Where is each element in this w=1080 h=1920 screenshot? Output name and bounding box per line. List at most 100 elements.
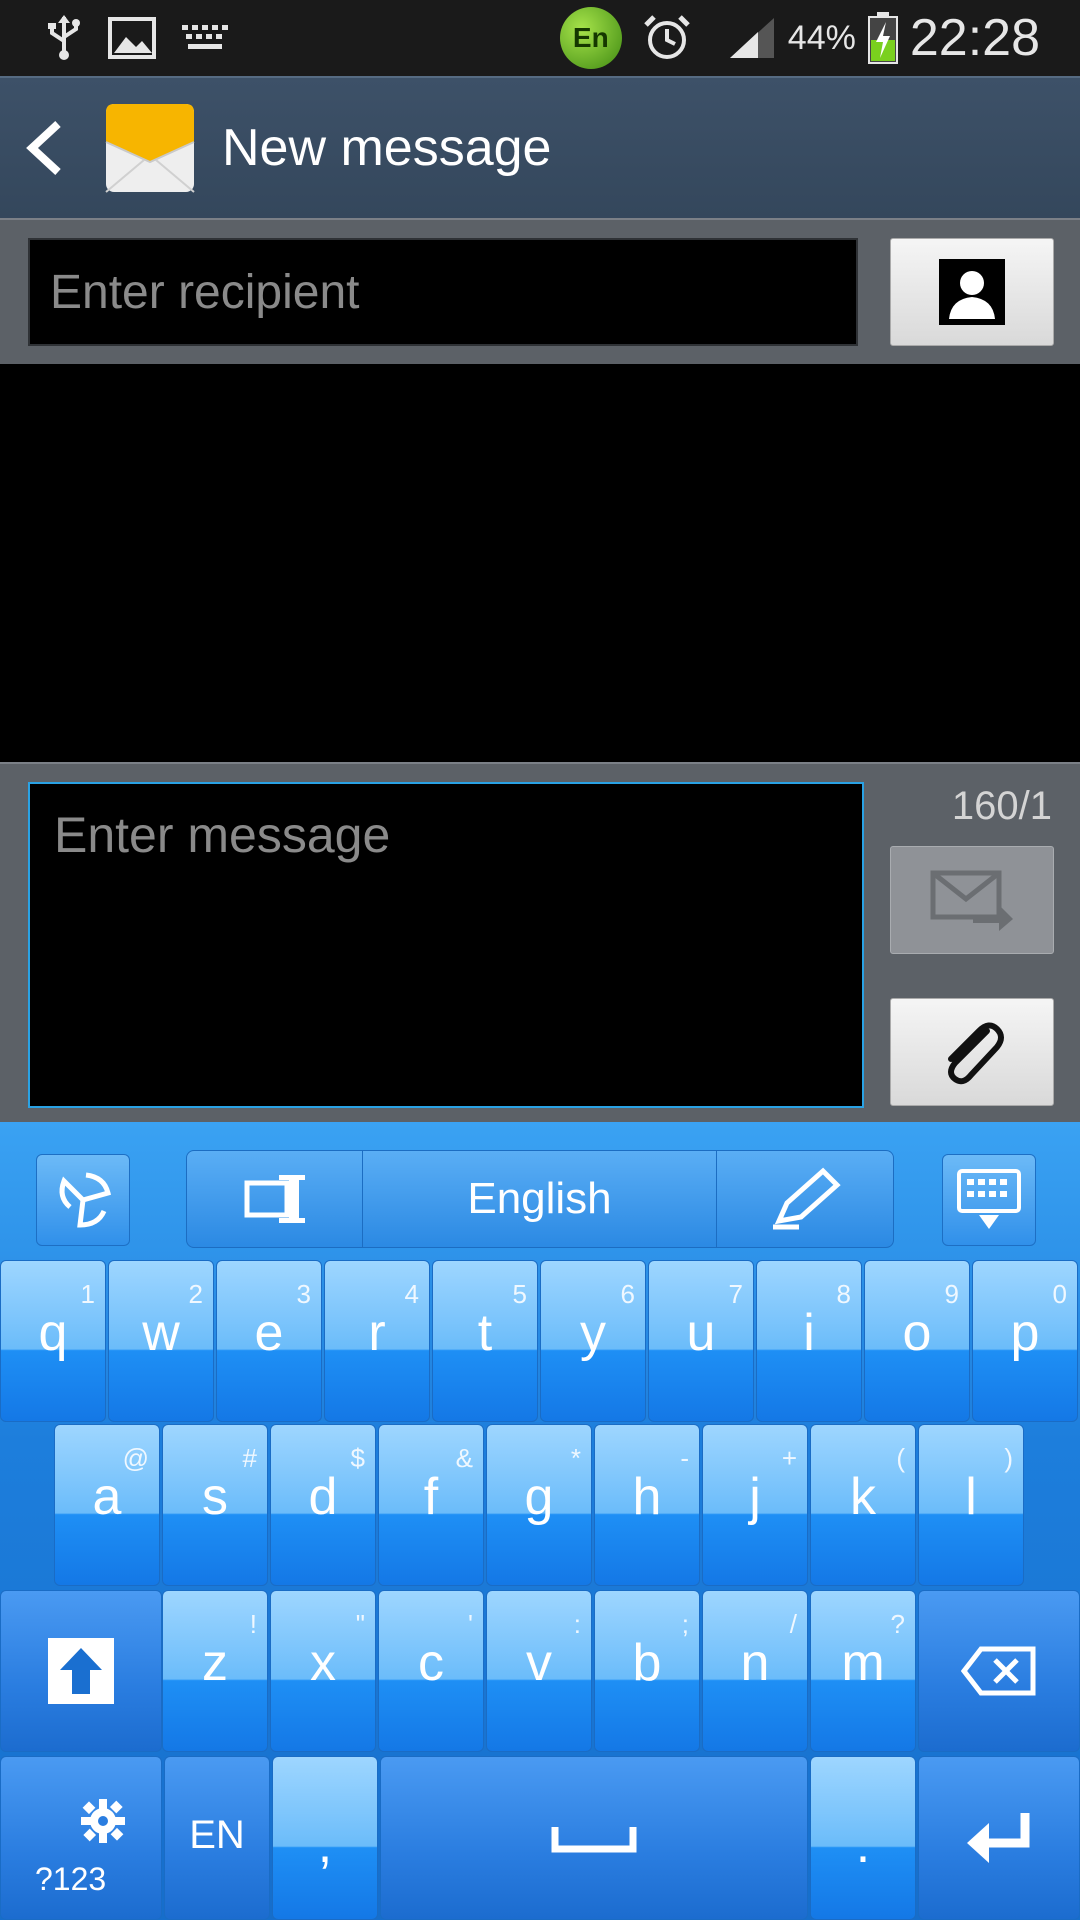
language-key[interactable]: EN xyxy=(164,1756,270,1920)
key-p[interactable]: 0p xyxy=(972,1260,1078,1422)
message-input[interactable]: Enter message xyxy=(28,782,864,1108)
keyboard-hide-icon xyxy=(957,1169,1021,1229)
key-k[interactable]: (k xyxy=(810,1424,916,1586)
key-l[interactable]: ) l xyxy=(918,1424,1024,1586)
key-d[interactable]: $ d xyxy=(270,1424,376,1586)
key-label: i xyxy=(803,1304,815,1362)
key-t[interactable]: 5t xyxy=(432,1260,538,1422)
page-title: New message xyxy=(222,119,552,177)
key-z[interactable]: ! z xyxy=(162,1590,268,1752)
attach-button[interactable] xyxy=(890,998,1054,1106)
key-label: o xyxy=(902,1304,932,1362)
key-label: d xyxy=(308,1468,338,1526)
key-w[interactable]: 2w xyxy=(108,1260,214,1422)
key-label: z xyxy=(202,1634,228,1692)
key-n[interactable]: / n xyxy=(702,1590,808,1752)
image-icon xyxy=(108,17,156,59)
key-r[interactable]: 4r xyxy=(324,1260,430,1422)
key-h[interactable]: -h xyxy=(594,1424,700,1586)
shift-key[interactable] xyxy=(0,1590,162,1752)
key-label: f xyxy=(423,1468,439,1526)
key-y[interactable]: 6y xyxy=(540,1260,646,1422)
send-message-icon xyxy=(930,870,1013,931)
key-label: . xyxy=(855,1816,871,1874)
language-label: English xyxy=(467,1174,612,1223)
paperclip-icon xyxy=(948,1022,1004,1085)
key-b[interactable]: ; b xyxy=(594,1590,700,1752)
language-label-button[interactable]: English xyxy=(363,1151,717,1247)
pencil-icon xyxy=(773,1167,841,1230)
key-m[interactable]: ? m xyxy=(810,1590,916,1752)
theme-swirl-icon xyxy=(59,1172,112,1228)
settings-gear-icon xyxy=(81,1799,125,1843)
back-button[interactable] xyxy=(24,98,104,198)
key-label: m xyxy=(841,1634,885,1692)
add-contact-button[interactable] xyxy=(890,238,1054,346)
keyboard-icon xyxy=(182,25,228,51)
key-q[interactable]: 1q xyxy=(0,1260,106,1422)
key-label: b xyxy=(632,1634,662,1692)
handwriting-button[interactable] xyxy=(717,1151,893,1247)
key-u[interactable]: 7u xyxy=(648,1260,754,1422)
key-g[interactable]: * g xyxy=(486,1424,592,1586)
key-label: a xyxy=(92,1468,122,1526)
key-s[interactable]: # s xyxy=(162,1424,268,1586)
battery-charging-icon xyxy=(867,12,898,64)
language-switcher: English xyxy=(186,1150,894,1248)
key-label: e xyxy=(254,1304,284,1362)
key-label: c xyxy=(418,1634,444,1692)
conversation-area xyxy=(0,364,1080,762)
hide-keyboard-button[interactable] xyxy=(942,1154,1036,1246)
key-c[interactable]: ' c xyxy=(378,1590,484,1752)
key-label: EN xyxy=(189,1813,245,1857)
send-button[interactable] xyxy=(890,846,1054,954)
key-label: h xyxy=(632,1468,662,1526)
key-j[interactable]: + j xyxy=(702,1424,808,1586)
soft-keyboard: English 1 q 2 w 3 e 4 r 5 t 6 y 7 u 8 i 9 o 0 p @ a # s $ d & f * g - h… xyxy=(0,1122,1080,1920)
action-bar: New message xyxy=(0,76,1080,218)
key-label: x xyxy=(310,1634,336,1692)
alarm-icon xyxy=(642,13,692,63)
space-key[interactable] xyxy=(380,1756,808,1920)
ime-badge: En xyxy=(559,7,622,69)
comma-key[interactable]: , xyxy=(272,1756,378,1920)
key-label: s xyxy=(202,1468,228,1526)
key-a[interactable]: @ a xyxy=(54,1424,160,1586)
recipient-input[interactable]: Enter recipient xyxy=(28,238,858,346)
key-label: g xyxy=(524,1468,554,1526)
key-x[interactable]: " x xyxy=(270,1590,376,1752)
shift-arrow-icon xyxy=(48,1638,114,1704)
key-i[interactable]: 8i xyxy=(756,1260,862,1422)
recipient-placeholder: Enter recipient xyxy=(50,265,360,319)
key-label: n xyxy=(740,1634,770,1692)
symbols-key[interactable]: ?123 xyxy=(0,1756,162,1920)
key-label: r xyxy=(368,1304,386,1362)
key-o[interactable]: 9o xyxy=(864,1260,970,1422)
resize-icon xyxy=(244,1175,305,1223)
keyboard-toolbar: English xyxy=(0,1122,1080,1260)
chevron-left-icon xyxy=(26,121,61,175)
signal-icon xyxy=(728,16,776,60)
period-key[interactable]: . xyxy=(810,1756,916,1920)
backspace-key[interactable] xyxy=(918,1590,1080,1752)
key-label: k xyxy=(850,1468,876,1526)
resize-keyboard-button[interactable] xyxy=(187,1151,363,1247)
enter-arrow-icon xyxy=(967,1813,1030,1863)
message-placeholder: Enter message xyxy=(54,807,391,863)
symbols-label: ?123 xyxy=(35,1861,107,1897)
enter-key[interactable] xyxy=(918,1756,1080,1920)
key-label: q xyxy=(38,1304,68,1362)
messages-app-icon xyxy=(104,102,196,194)
key-e[interactable]: 3e xyxy=(216,1260,322,1422)
key-label: , xyxy=(317,1816,333,1874)
compose-panel: Enter message 160/1 xyxy=(0,762,1080,1122)
space-bar-icon xyxy=(551,1827,637,1853)
key-v[interactable]: :v xyxy=(486,1590,592,1752)
key-label: u xyxy=(686,1304,716,1362)
key-f[interactable]: & f xyxy=(378,1424,484,1586)
character-counter: 160/1 xyxy=(951,784,1052,828)
keyboard-theme-button[interactable] xyxy=(36,1154,130,1246)
usb-icon xyxy=(46,15,82,61)
key-label: l xyxy=(965,1468,977,1526)
status-bar: En 44% 22:28 xyxy=(0,0,1080,76)
